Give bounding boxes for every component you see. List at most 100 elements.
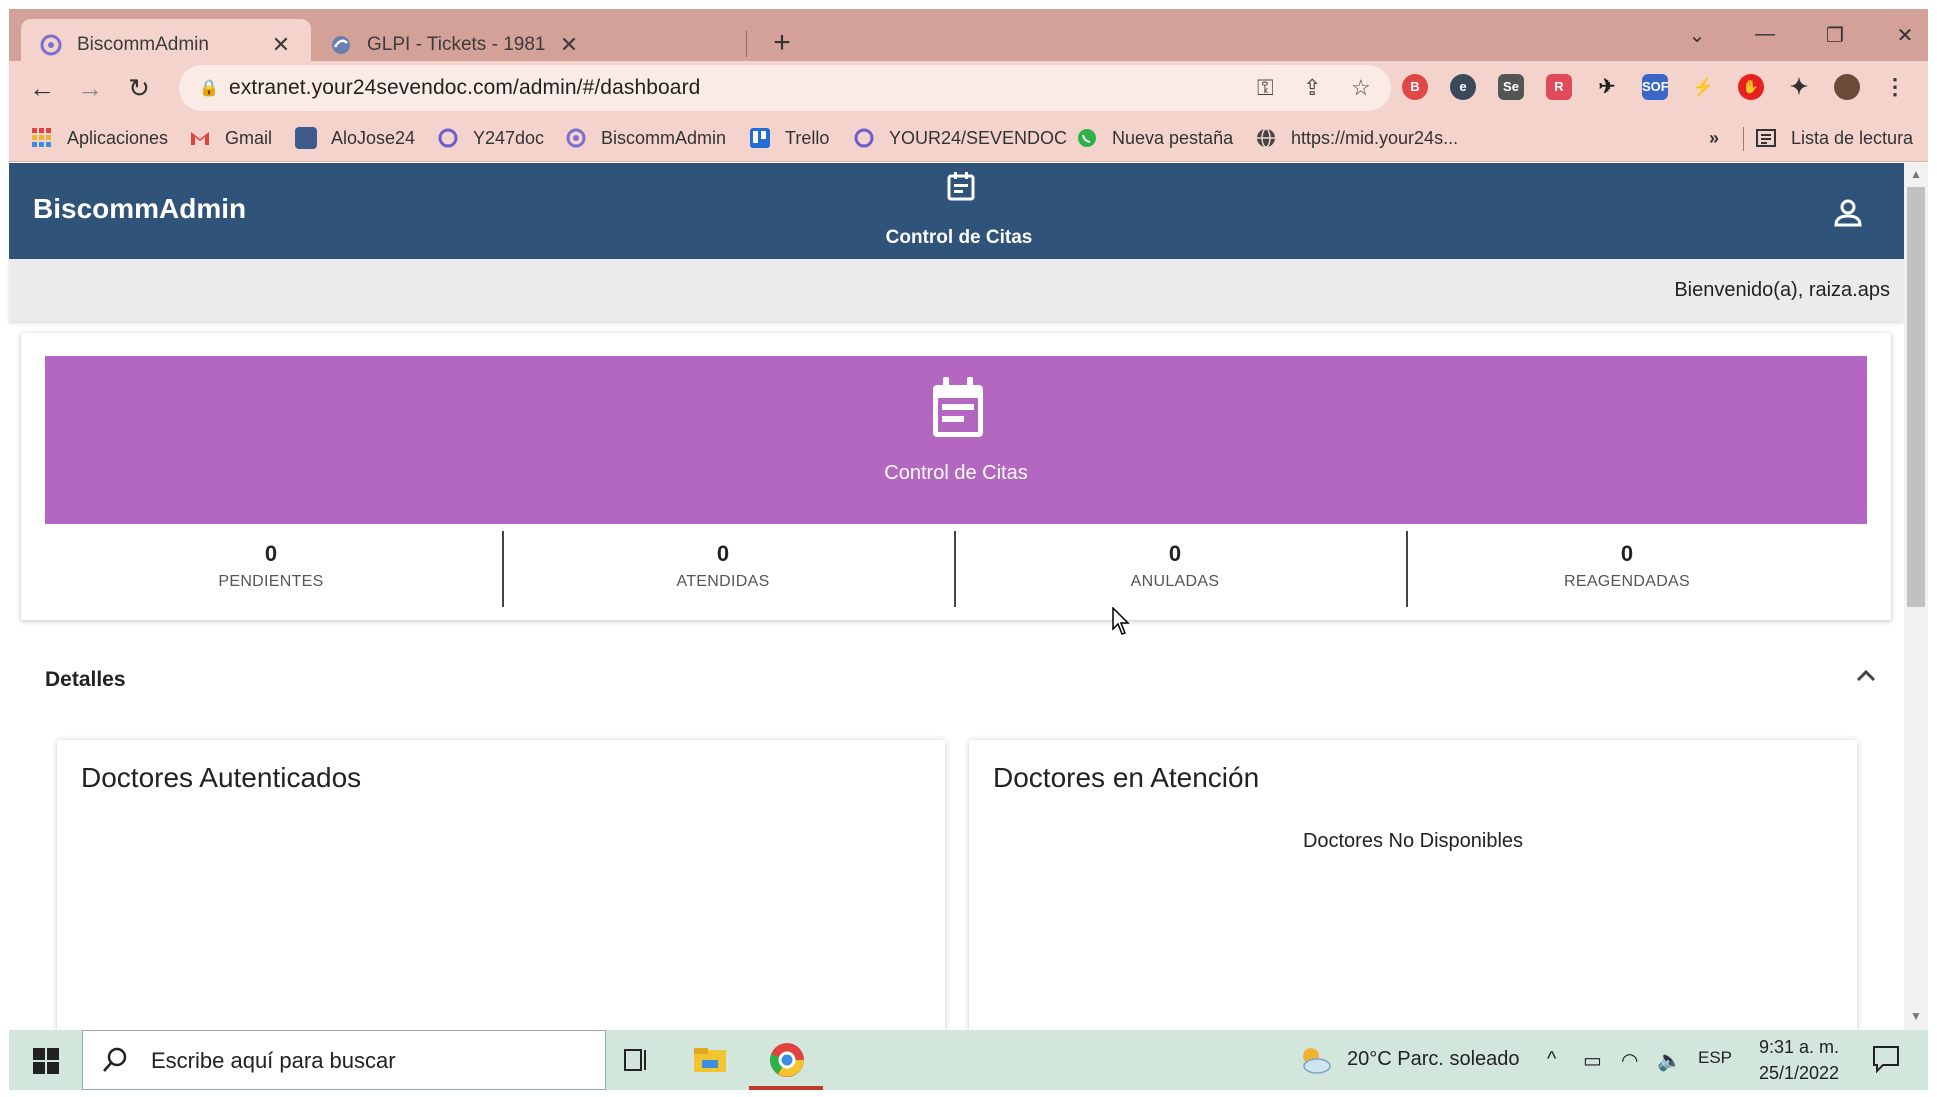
close-icon[interactable]: ✕ bbox=[557, 32, 581, 58]
calendar-note-icon bbox=[933, 377, 983, 437]
bookmark-label: BiscommAdmin bbox=[601, 127, 727, 148]
address-bar[interactable]: 🔒 extranet.your24sevendoc.com/admin/#/da… bbox=[179, 65, 1391, 111]
globe-icon bbox=[1257, 128, 1275, 148]
task-view-icon[interactable] bbox=[615, 1040, 655, 1080]
bookmark-label: Gmail bbox=[225, 127, 273, 148]
stat-label: ANULADAS bbox=[1130, 573, 1220, 590]
new-tab-button[interactable]: + bbox=[765, 28, 799, 58]
stat-value: 0 bbox=[1168, 541, 1182, 566]
extension-icon[interactable]: SOF bbox=[1642, 74, 1669, 100]
extension-icon[interactable]: ✈ bbox=[1594, 74, 1620, 100]
star-icon[interactable]: ☆ bbox=[1351, 75, 1371, 101]
extension-icon[interactable]: ⚡ bbox=[1690, 74, 1716, 100]
bookmark-alojose24[interactable]: AloJose24 bbox=[295, 123, 415, 153]
nav-label: Control de Citas bbox=[885, 227, 1033, 248]
file-explorer-icon[interactable] bbox=[690, 1040, 730, 1080]
bookmark-label: Y247doc bbox=[473, 127, 545, 148]
trello-icon bbox=[750, 128, 770, 148]
search-placeholder: Escribe aquí para buscar bbox=[151, 1048, 396, 1073]
taskbar-search[interactable]: Escribe aquí para buscar bbox=[82, 1030, 606, 1090]
tab-title: GLPI - Tickets - 1981 bbox=[367, 33, 546, 55]
browser-toolbar: ← → ↻ 🔒 extranet.your24sevendoc.com/admi… bbox=[9, 61, 1928, 115]
reading-list-label: Lista de lectura bbox=[1791, 127, 1914, 148]
bookmark-biscommadmin[interactable]: BiscommAdmin bbox=[565, 123, 726, 153]
bookmark-gmail[interactable]: Gmail bbox=[189, 123, 272, 153]
stat-pendientes: 0 PENDIENTES bbox=[45, 531, 497, 607]
back-button[interactable]: ← bbox=[24, 70, 60, 106]
stat-value: 0 bbox=[716, 541, 730, 566]
mouse-cursor-icon bbox=[1112, 607, 1130, 635]
tab-search-chevron-icon[interactable]: ⌄ bbox=[1677, 23, 1717, 48]
forward-button[interactable]: → bbox=[72, 70, 108, 106]
restore-button[interactable]: ❐ bbox=[1815, 23, 1855, 48]
bookmark-y247doc[interactable]: Y247doc bbox=[437, 123, 544, 153]
share-icon[interactable]: ⇪ bbox=[1303, 75, 1321, 101]
stat-label: PENDIENTES bbox=[218, 573, 324, 590]
adblock-icon[interactable]: ✋ bbox=[1738, 74, 1764, 100]
close-icon[interactable]: ✕ bbox=[269, 32, 293, 58]
panel-doctores-en-atencion: Doctores en Atención Doctores No Disponi… bbox=[969, 740, 1857, 1030]
chevron-up-icon[interactable] bbox=[1854, 664, 1878, 688]
bookmark-label: AloJose24 bbox=[331, 127, 416, 148]
extension-icon[interactable]: R bbox=[1546, 74, 1572, 100]
detalles-section-header[interactable]: Detalles bbox=[9, 634, 1904, 724]
apps-grid-icon bbox=[32, 128, 51, 147]
bookmark-trello[interactable]: Trello bbox=[749, 123, 829, 153]
language-indicator[interactable]: ESP bbox=[1698, 1048, 1732, 1068]
wifi-icon[interactable]: ◠ bbox=[1621, 1048, 1638, 1073]
lock-icon: 🔒 bbox=[199, 80, 219, 97]
stat-anuladas: 0 ANULADAS bbox=[949, 531, 1401, 607]
menu-kebab-icon[interactable]: ⋮ bbox=[1882, 74, 1908, 100]
extension-icon[interactable]: B bbox=[1402, 74, 1428, 100]
key-icon[interactable]: ⚿ bbox=[1257, 75, 1274, 101]
profile-avatar[interactable] bbox=[1834, 74, 1860, 100]
reload-button[interactable]: ↻ bbox=[121, 70, 157, 106]
battery-icon[interactable]: ▭ bbox=[1583, 1048, 1602, 1073]
app-brand[interactable]: BiscommAdmin bbox=[33, 193, 246, 225]
page-scrollbar[interactable]: ▲ ▼ bbox=[1904, 163, 1928, 1030]
bookmark-your24-sevendoc[interactable]: YOUR24/SEVENDOC bbox=[853, 123, 1067, 153]
control-de-citas-banner[interactable]: Control de Citas bbox=[45, 356, 1867, 524]
chevron-up-icon[interactable]: ^ bbox=[1547, 1048, 1556, 1071]
volume-icon[interactable]: 🔈 bbox=[1657, 1048, 1682, 1073]
tab-title: BiscommAdmin bbox=[77, 33, 209, 55]
gmail-icon bbox=[191, 132, 209, 145]
reading-list-icon bbox=[1756, 129, 1776, 147]
extension-icon[interactable]: e bbox=[1450, 74, 1476, 100]
bookmark-label: Aplicaciones bbox=[67, 127, 169, 148]
stat-value: 0 bbox=[264, 541, 278, 566]
clock[interactable]: 9:31 a. m. 25/1/2022 bbox=[1749, 1034, 1849, 1086]
bookmark-aplicaciones[interactable]: Aplicaciones bbox=[31, 123, 168, 153]
minimize-button[interactable]: — bbox=[1745, 23, 1785, 46]
app-header: BiscommAdmin Control de Citas bbox=[9, 163, 1904, 259]
scroll-up-arrow-icon[interactable]: ▲ bbox=[1904, 167, 1928, 181]
notifications-icon[interactable] bbox=[1871, 1044, 1901, 1074]
bookmark-mid-your24s[interactable]: https://mid.your24s... bbox=[1255, 123, 1458, 153]
bookmark-label: Trello bbox=[785, 127, 830, 148]
close-window-button[interactable]: ✕ bbox=[1885, 23, 1925, 48]
alojose-icon bbox=[295, 127, 317, 149]
url-text: extranet.your24sevendoc.com/admin/#/dash… bbox=[229, 76, 701, 99]
more-bookmarks-button[interactable]: » bbox=[1709, 123, 1719, 153]
reading-list-button[interactable]: Lista de lectura bbox=[1755, 123, 1913, 153]
clock-date: 25/1/2022 bbox=[1758, 1063, 1840, 1083]
scrollbar-thumb[interactable] bbox=[1907, 187, 1925, 607]
windows-start-icon[interactable] bbox=[33, 1048, 59, 1074]
selenium-icon[interactable]: Se bbox=[1498, 74, 1524, 100]
scroll-down-arrow-icon[interactable]: ▼ bbox=[1904, 1009, 1928, 1023]
glpi-icon bbox=[332, 35, 350, 54]
bookmark-nueva-pestana[interactable]: Nueva pestaña bbox=[1076, 123, 1233, 153]
chrome-icon[interactable] bbox=[767, 1040, 807, 1080]
panel-title: Doctores en Atención bbox=[993, 762, 1260, 793]
puzzle-icon[interactable]: ✦ bbox=[1786, 74, 1812, 100]
nav-control-de-citas[interactable]: Control de Citas bbox=[869, 163, 1049, 259]
account-icon[interactable] bbox=[1834, 199, 1862, 227]
biscomm-icon bbox=[40, 34, 62, 55]
weather-text[interactable]: 20°C Parc. soleado bbox=[1347, 1048, 1520, 1071]
bookmark-label: https://mid.your24s... bbox=[1291, 127, 1459, 148]
welcome-bar: Bienvenido(a), raiza.aps bbox=[9, 259, 1904, 321]
appointments-summary-card: Control de Citas 0 PENDIENTES 0 ATENDIDA… bbox=[21, 333, 1891, 620]
windows-taskbar: Escribe aquí para buscar 20°C Parc. sole… bbox=[9, 1030, 1928, 1090]
weather-icon[interactable] bbox=[1297, 1042, 1333, 1078]
panel-doctores-autenticados: Doctores Autenticados bbox=[57, 740, 945, 1030]
